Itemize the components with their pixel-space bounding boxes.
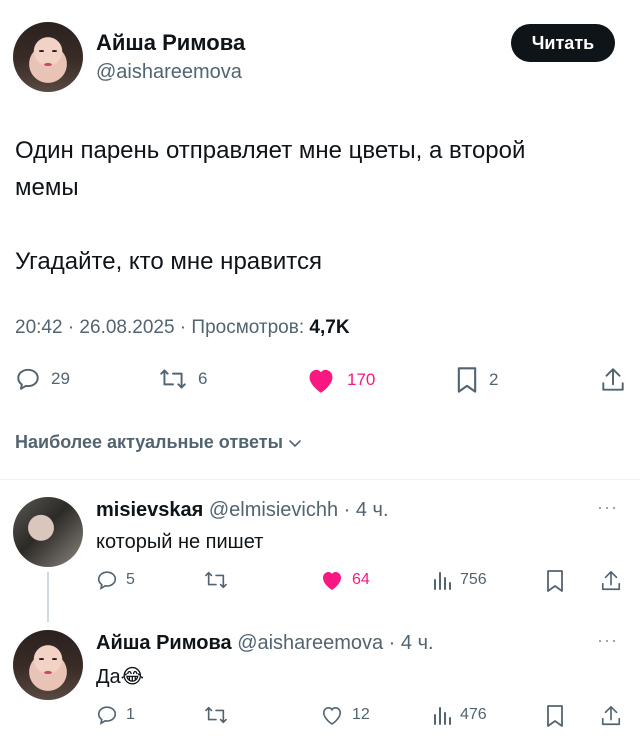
reply-retweet-button[interactable] bbox=[203, 704, 229, 726]
reply-avatar[interactable] bbox=[13, 497, 83, 567]
views-icon bbox=[434, 707, 451, 725]
more-icon[interactable]: ··· bbox=[597, 497, 618, 518]
reply-author[interactable]: Айша Римова @aishareemova · 4 ч. bbox=[96, 632, 434, 655]
reply-share-button[interactable] bbox=[600, 704, 622, 728]
share-icon bbox=[601, 706, 621, 726]
bookmark-icon bbox=[547, 705, 563, 727]
reply-like-count: 64 bbox=[352, 571, 370, 588]
reply-reply-button[interactable]: 5 bbox=[96, 569, 135, 591]
reply-icon bbox=[97, 706, 117, 725]
reply-count: 29 bbox=[51, 369, 70, 388]
share-icon bbox=[601, 571, 621, 591]
heart-icon bbox=[323, 572, 341, 590]
reply-retweet-button[interactable] bbox=[203, 569, 229, 591]
reply-like-button[interactable]: 64 bbox=[320, 569, 370, 591]
like-count: 170 bbox=[347, 370, 376, 389]
reply-text-content: Да bbox=[96, 666, 121, 688]
reply-text: Да😂 bbox=[96, 664, 144, 689]
reply-author-name: misievskaя bbox=[96, 499, 204, 521]
chevron-down-icon bbox=[289, 439, 301, 447]
author-avatar[interactable] bbox=[13, 22, 83, 92]
reply-reply-button[interactable]: 1 bbox=[96, 704, 135, 726]
bookmark-icon bbox=[457, 367, 477, 393]
divider bbox=[0, 479, 640, 480]
reply-author[interactable]: misievskaя @elmisievichh · 4 ч. bbox=[96, 499, 389, 522]
more-icon[interactable]: ··· bbox=[597, 630, 618, 651]
reply-views[interactable]: 756 bbox=[432, 569, 487, 591]
reply-views[interactable]: 476 bbox=[432, 704, 487, 726]
reply-text: который не пишет bbox=[96, 531, 264, 553]
reply-author-handle: @elmisievichh · 4 ч. bbox=[208, 499, 389, 521]
tweet-meta: 20:42 · 26.08.2025 · Просмотров: 4,7K bbox=[15, 317, 350, 339]
reply-views-count: 476 bbox=[460, 706, 487, 723]
share-button[interactable] bbox=[600, 366, 626, 394]
bookmark-button[interactable]: 2 bbox=[455, 366, 498, 394]
replies-sort-label: Наиболее актуальные ответы bbox=[15, 432, 283, 452]
reply-author-handle: @aishareemova · 4 ч. bbox=[237, 632, 434, 654]
tweet-timestamp: 20:42 · 26.08.2025 · Просмотров: bbox=[15, 317, 310, 338]
reply-author-name: Айша Римова bbox=[96, 632, 232, 654]
retweet-icon bbox=[160, 369, 186, 389]
reply-button[interactable]: 29 bbox=[15, 366, 70, 392]
reply-avatar[interactable] bbox=[13, 630, 83, 700]
reply-icon bbox=[97, 571, 117, 590]
bookmark-count: 2 bbox=[489, 370, 499, 389]
tweet-text: Один парень отправляет мне цветы, а втор… bbox=[15, 137, 526, 275]
like-button[interactable]: 170 bbox=[305, 366, 375, 394]
reply-like-button[interactable]: 12 bbox=[320, 704, 370, 726]
heart-icon bbox=[322, 706, 342, 725]
author-name[interactable]: Айша Римова bbox=[96, 30, 245, 56]
retweet-icon bbox=[205, 706, 227, 724]
share-icon bbox=[602, 368, 624, 391]
views-count: 4,7K bbox=[309, 317, 350, 338]
replies-sort-dropdown[interactable]: Наиболее актуальные ответы bbox=[15, 432, 303, 453]
follow-button[interactable]: Читать bbox=[511, 24, 615, 62]
laughing-emoji: 😂 bbox=[120, 666, 145, 688]
reply-bookmark-button[interactable] bbox=[545, 704, 565, 728]
bookmark-icon bbox=[547, 570, 563, 592]
heart-icon bbox=[309, 369, 333, 393]
reply-like-count: 12 bbox=[352, 706, 370, 723]
views-icon bbox=[434, 572, 451, 590]
retweet-count: 6 bbox=[198, 369, 208, 388]
reply-views-count: 756 bbox=[460, 571, 487, 588]
retweet-icon bbox=[205, 571, 227, 589]
reply-reply-count: 5 bbox=[126, 571, 135, 588]
author-handle[interactable]: @aishareemova bbox=[96, 61, 242, 84]
reply-icon bbox=[17, 368, 39, 390]
retweet-button[interactable]: 6 bbox=[158, 366, 207, 392]
reply-bookmark-button[interactable] bbox=[545, 569, 565, 593]
reply-share-button[interactable] bbox=[600, 569, 622, 593]
thread-line bbox=[47, 572, 49, 622]
reply-reply-count: 1 bbox=[126, 706, 135, 723]
